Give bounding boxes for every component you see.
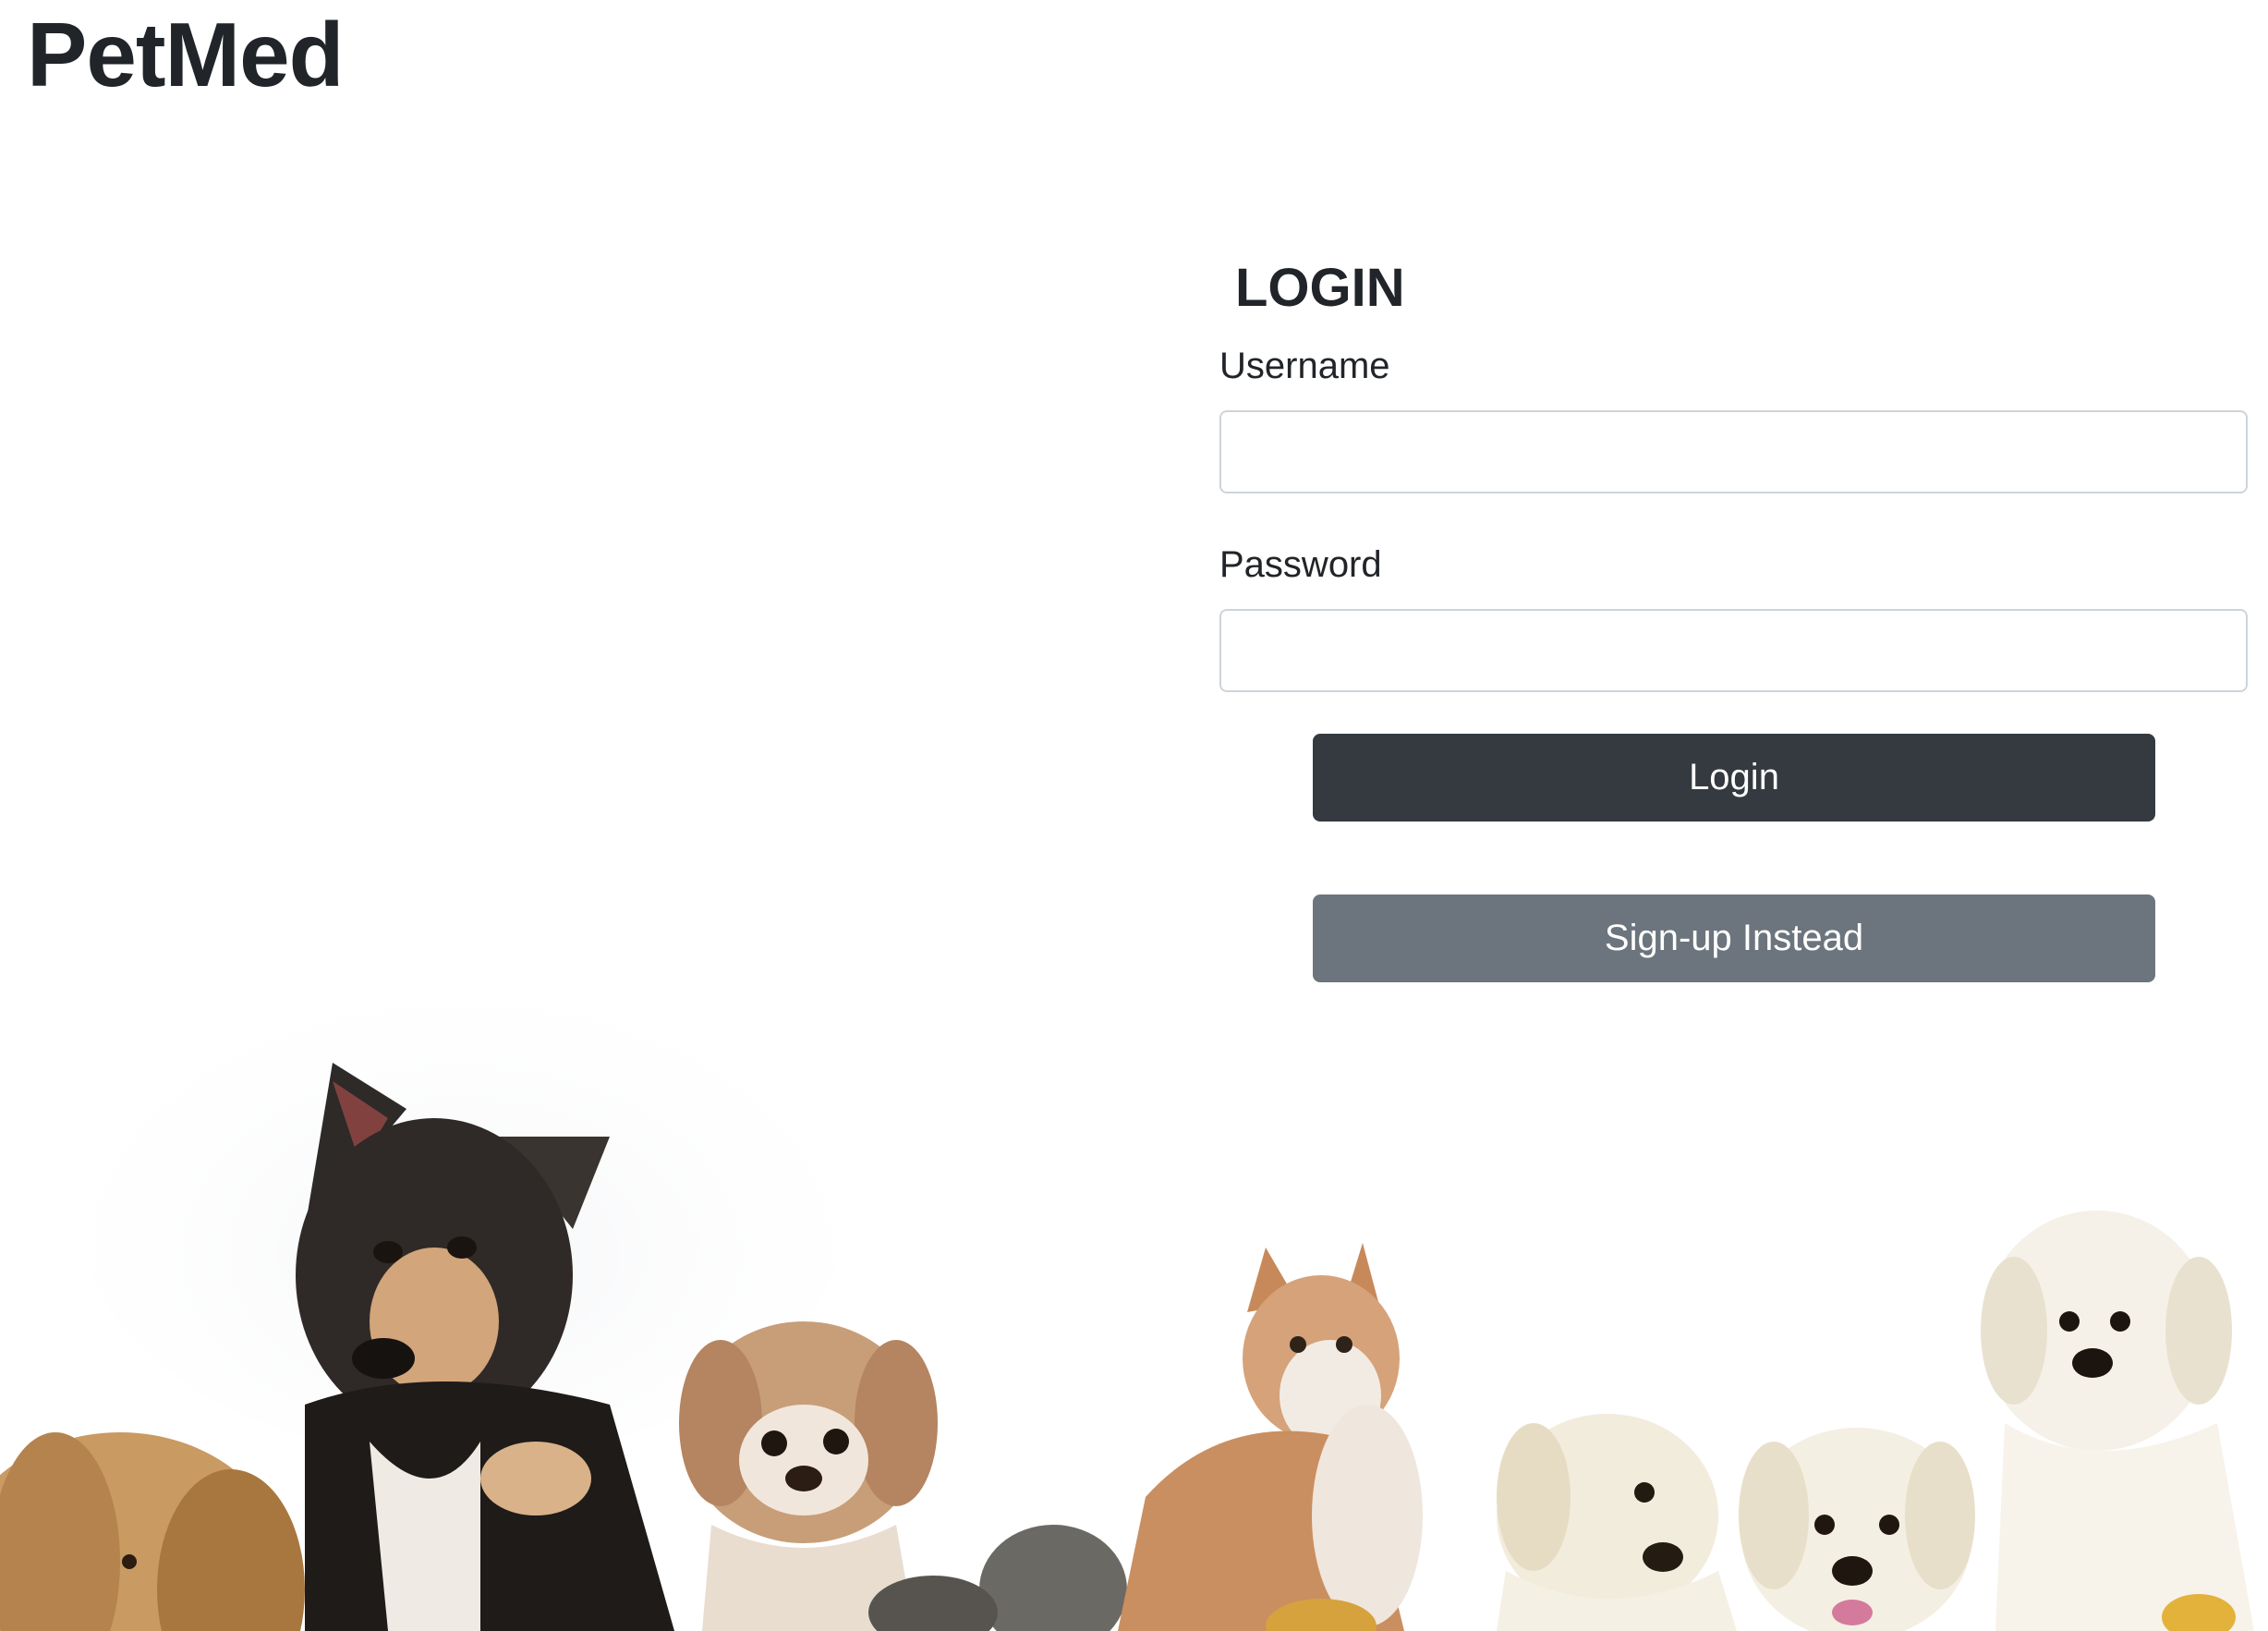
rabbit-figure xyxy=(0,1432,305,1631)
password-label: Password xyxy=(1219,544,1382,585)
pets-group-image xyxy=(0,943,2254,1631)
username-label: Username xyxy=(1219,346,1390,386)
username-input[interactable] xyxy=(1219,410,2248,493)
login-heading: LOGIN xyxy=(1235,258,1405,318)
grey-kitten-figure xyxy=(868,1525,1127,1631)
password-input[interactable] xyxy=(1219,609,2248,692)
orange-cat-figure xyxy=(1118,1243,1423,1631)
login-button[interactable]: Login xyxy=(1313,734,2155,822)
brand-logo[interactable]: PetMed xyxy=(27,0,345,109)
login-page: PetMed LOGIN Username Password Login Sig… xyxy=(0,0,2268,1631)
labrador-puppies-figure xyxy=(1497,1211,2254,1631)
